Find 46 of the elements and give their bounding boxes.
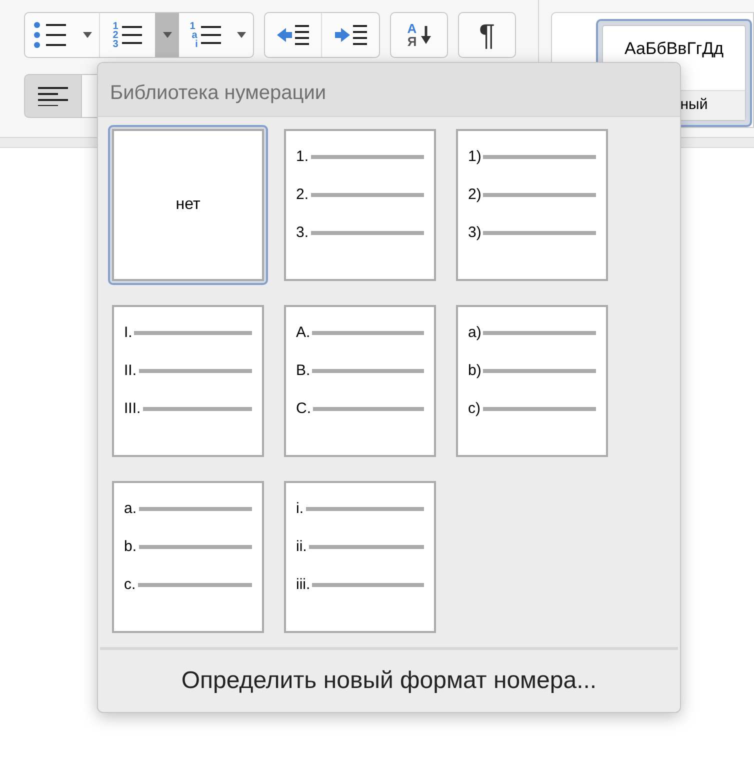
style-sample: АаБбВвГгДд [624, 38, 724, 60]
style-name: ный [680, 95, 708, 116]
align-left-icon [38, 86, 68, 106]
level-markers: 1 a i [188, 22, 198, 48]
section-header: Библиотека нумерации [110, 81, 326, 106]
list-marker: C. [296, 398, 311, 419]
down-arrow-icon [420, 26, 431, 44]
option-label: нет [176, 195, 200, 215]
dropdown-arrow-button[interactable] [155, 13, 179, 57]
lines-icon [122, 24, 142, 46]
list-marker: 2) [468, 184, 482, 205]
list-marker: a) [468, 322, 482, 343]
list-marker: I. [124, 322, 132, 343]
list-marker: 2. [296, 184, 309, 205]
decrease-indent-icon [277, 24, 309, 46]
define-format-menu-item[interactable]: Определить новый формат номера... [98, 650, 680, 712]
sort-letter: Я [407, 35, 417, 48]
align-left-button[interactable] [24, 74, 82, 118]
list-marker: 3) [468, 222, 482, 243]
list-marker: 3. [296, 222, 309, 243]
multilevel-list-button[interactable]: 1 a i [179, 13, 229, 57]
sort-button[interactable]: А Я [390, 12, 448, 58]
increase-indent-icon [334, 24, 366, 46]
list-marker: b. [124, 536, 137, 557]
list-marker: III. [124, 398, 141, 419]
list-marker: b) [468, 360, 482, 381]
show-formatting-button[interactable]: ¶ [458, 12, 516, 58]
list-marker: II. [124, 360, 137, 381]
number-markers: 1 2 3 [112, 22, 118, 48]
caret-icon [82, 32, 92, 38]
list-marker: A. [296, 322, 310, 343]
list-marker: 1) [468, 146, 482, 167]
list-marker: a. [124, 498, 137, 519]
list-marker: 1. [296, 146, 309, 167]
list-marker: ii. [296, 536, 307, 557]
list-marker: B. [296, 360, 310, 381]
list-marker: i. [296, 498, 304, 519]
caret-icon [162, 32, 172, 38]
lines-icon [200, 24, 221, 46]
numbering-option[interactable]: нет [108, 125, 268, 285]
list-marker: c) [468, 398, 480, 419]
sort-letter: А [407, 22, 417, 35]
list-marker: iii. [296, 574, 310, 595]
caret-icon [236, 32, 246, 38]
list-marker: c. [124, 574, 136, 595]
bullet-list-icon [34, 22, 66, 48]
